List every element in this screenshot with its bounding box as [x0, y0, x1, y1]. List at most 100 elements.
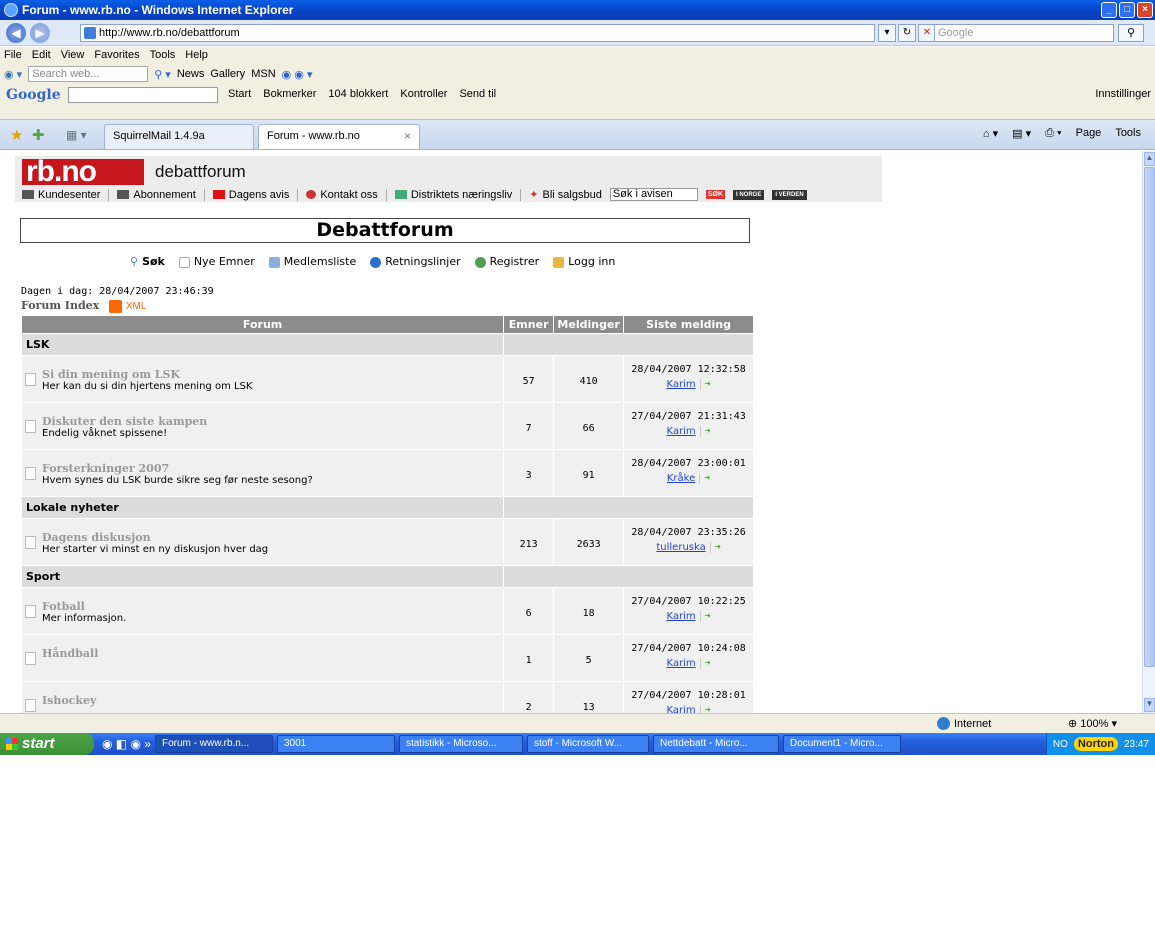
- go-to-post-icon[interactable]: ➜: [699, 426, 711, 437]
- search-icon[interactable]: ⚲ ▾: [154, 68, 171, 81]
- scroll-down-arrow[interactable]: ▼: [1144, 698, 1155, 712]
- go-to-post-icon[interactable]: ➜: [699, 473, 710, 484]
- tab-forum[interactable]: Forum - www.rb.no ×: [258, 124, 420, 149]
- google-bookmarks[interactable]: Bokmerker: [263, 88, 316, 100]
- search-norway-button[interactable]: I NORGE: [733, 189, 765, 200]
- dropdown-arrow-icon[interactable]: ▾: [878, 24, 896, 42]
- google-popups-blocked[interactable]: 104 blokkert: [328, 88, 388, 100]
- print-icon[interactable]: ⎙ ▾: [1045, 127, 1061, 140]
- page-menu[interactable]: Page: [1076, 127, 1102, 140]
- xml-link[interactable]: XML: [126, 301, 147, 312]
- guidelines-link[interactable]: Retningslinjer: [370, 255, 461, 268]
- go-to-post-icon[interactable]: ➜: [699, 611, 711, 622]
- forum-link[interactable]: Si din mening om LSK: [42, 368, 180, 381]
- add-favorite-icon[interactable]: ✚: [32, 126, 45, 144]
- newspaper-search-input[interactable]: Søk i avisen: [609, 188, 698, 201]
- maximize-button[interactable]: □: [1119, 2, 1135, 18]
- last-post-user[interactable]: Karim: [666, 658, 695, 669]
- search-button[interactable]: SØK: [705, 190, 725, 199]
- last-post-user[interactable]: Karim: [666, 379, 695, 390]
- menu-edit[interactable]: Edit: [32, 47, 51, 64]
- web-search-input[interactable]: Search web...: [28, 66, 149, 82]
- post-count: 410: [553, 355, 625, 403]
- register-link[interactable]: Registrer: [474, 255, 539, 268]
- home-icon[interactable]: ⌂ ▾: [983, 127, 998, 140]
- nav-kundesenter[interactable]: Kundesenter: [22, 189, 100, 201]
- feeds-icon[interactable]: ▤ ▾: [1012, 127, 1031, 140]
- go-to-post-icon[interactable]: ➜: [699, 379, 711, 390]
- news-item[interactable]: News: [177, 68, 205, 80]
- forum-index-link[interactable]: Forum Index: [21, 299, 99, 312]
- last-post-user[interactable]: tulleruska: [656, 542, 705, 553]
- refresh-icon[interactable]: ↻: [898, 24, 916, 42]
- login-link[interactable]: Logg inn: [553, 255, 615, 268]
- nav-abonnement[interactable]: Abonnement: [117, 189, 196, 201]
- taskbar-nettdebatt[interactable]: Nettdebatt - Micro...: [652, 735, 779, 753]
- last-post-user[interactable]: Kråke: [667, 473, 695, 484]
- google-send-to[interactable]: Send til: [459, 88, 496, 100]
- new-topics-link[interactable]: Nye Emner: [178, 255, 255, 268]
- close-tab-icon[interactable]: ×: [404, 129, 411, 143]
- forum-link[interactable]: Ishockey: [42, 694, 96, 707]
- url-field[interactable]: http://www.rb.no/debattforum: [80, 24, 875, 42]
- nav-dagens-avis[interactable]: Dagens avis: [212, 189, 289, 201]
- nav-kontakt[interactable]: Kontakt oss: [306, 189, 378, 201]
- nav-salgsbud[interactable]: ✦ Bli salgsbud: [529, 188, 602, 201]
- forum-link[interactable]: Forsterkninger 2007: [42, 462, 169, 475]
- msn-item[interactable]: MSN: [251, 68, 275, 80]
- forward-button[interactable]: ▶: [30, 23, 50, 43]
- google-settings[interactable]: Innstillinger: [1095, 88, 1151, 100]
- quick-tabs-icon[interactable]: ▦ ▾: [66, 128, 87, 142]
- menu-file[interactable]: File: [4, 47, 22, 64]
- tab-squirrelmail[interactable]: SquirrelMail 1.4.9a: [104, 124, 254, 149]
- forum-link[interactable]: Fotball: [42, 600, 85, 613]
- menu-favorites[interactable]: Favorites: [94, 47, 139, 64]
- go-to-post-icon[interactable]: ➜: [709, 542, 721, 553]
- forum-link[interactable]: Håndball: [42, 647, 98, 660]
- search-icon[interactable]: ⚲: [1118, 24, 1144, 42]
- scroll-thumb[interactable]: [1144, 167, 1155, 667]
- search-world-button[interactable]: I VERDEN: [772, 189, 807, 200]
- language-indicator[interactable]: NO: [1053, 739, 1068, 750]
- google-spellcheck[interactable]: Kontroller: [400, 88, 447, 100]
- category-name[interactable]: Sport: [20, 565, 505, 588]
- taskbar-forum[interactable]: Forum - www.rb.n...: [154, 735, 273, 753]
- forum-link[interactable]: Dagens diskusjon: [42, 531, 151, 544]
- scroll-up-arrow[interactable]: ▲: [1144, 152, 1155, 166]
- google-search-input[interactable]: [68, 87, 218, 103]
- zoom-level[interactable]: ⊕ 100% ▾: [1068, 717, 1117, 730]
- minimize-button[interactable]: _: [1101, 2, 1117, 18]
- site-logo[interactable]: rb.no: [22, 157, 144, 187]
- last-post-user[interactable]: Karim: [666, 426, 695, 437]
- back-button[interactable]: ◀: [6, 23, 26, 43]
- close-button[interactable]: ×: [1137, 2, 1153, 18]
- category-name[interactable]: Lokale nyheter: [20, 496, 505, 519]
- google-start[interactable]: Start: [228, 88, 251, 100]
- last-post-user[interactable]: Karim: [666, 611, 695, 622]
- go-to-post-icon[interactable]: ➜: [699, 658, 711, 669]
- nav-naeringsliv[interactable]: Distriktets næringsliv: [394, 189, 512, 201]
- menu-view[interactable]: View: [61, 47, 85, 64]
- forum-description: Hvem synes du LSK burde sikre seg før ne…: [42, 475, 313, 486]
- tools-menu[interactable]: Tools: [1115, 127, 1141, 140]
- start-button[interactable]: start: [0, 733, 94, 755]
- gallery-item[interactable]: Gallery: [210, 68, 245, 80]
- menu-help[interactable]: Help: [185, 47, 208, 64]
- favorites-star-icon[interactable]: ★: [10, 126, 23, 144]
- taskbar-statistikk[interactable]: statistikk - Microso...: [398, 735, 523, 753]
- vertical-scrollbar[interactable]: ▲ ▼: [1142, 151, 1155, 713]
- norton-icon[interactable]: Norton: [1073, 737, 1118, 751]
- forum-link[interactable]: Diskuter den siste kampen: [42, 415, 207, 428]
- taskbar-document1[interactable]: Document1 - Micro...: [782, 735, 901, 753]
- memberlist-link[interactable]: Medlemsliste: [268, 255, 356, 268]
- taskbar-stoff[interactable]: stoff - Microsoft W...: [526, 735, 649, 753]
- rss-icon[interactable]: [109, 299, 123, 313]
- taskbar-folder[interactable]: 3001: [276, 735, 395, 753]
- category-name[interactable]: LSK: [20, 333, 505, 356]
- search-link[interactable]: ⚲ Søk: [130, 255, 165, 268]
- menu-tools[interactable]: Tools: [150, 47, 176, 64]
- search-input[interactable]: Google: [934, 24, 1114, 42]
- last-post-user[interactable]: Karim: [666, 705, 695, 713]
- help-icon[interactable]: ◉ ◉ ▾: [282, 68, 313, 81]
- go-to-post-icon[interactable]: ➜: [699, 705, 711, 713]
